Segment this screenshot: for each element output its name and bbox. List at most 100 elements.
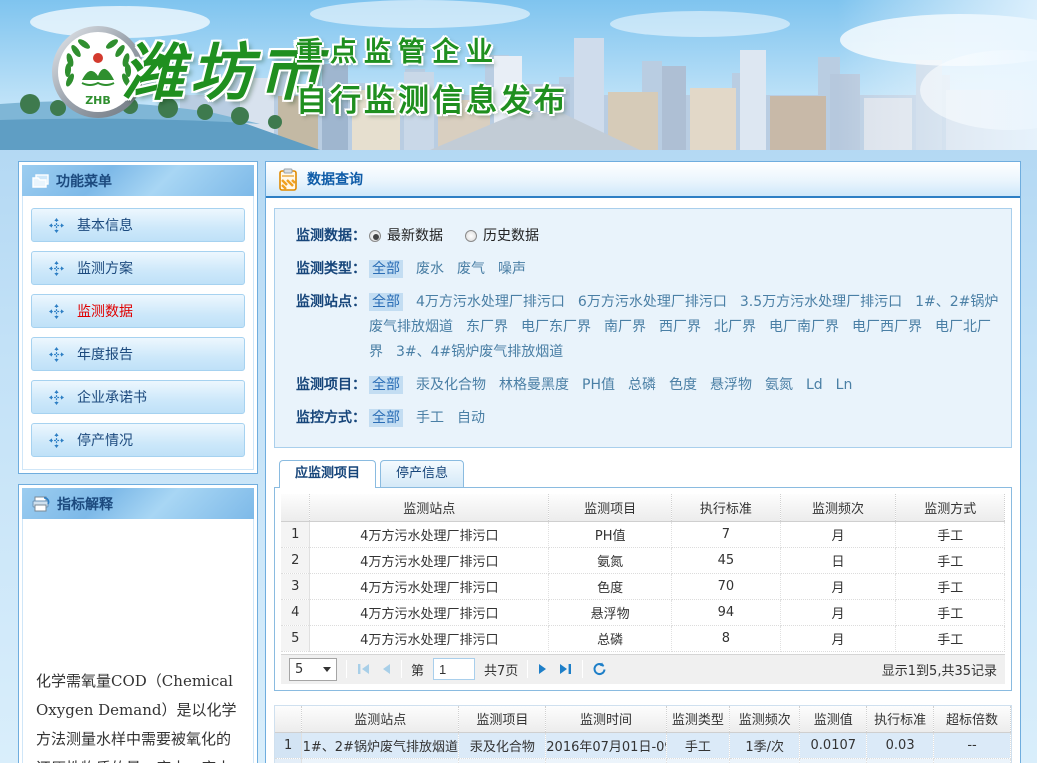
filter-option-link[interactable]: 自动: [457, 410, 485, 426]
radio-button-icon: [465, 230, 477, 242]
filter-option-link[interactable]: 噪声: [498, 261, 526, 277]
refresh-button[interactable]: [592, 662, 607, 677]
next-page-button[interactable]: [537, 662, 549, 676]
filter-option-link[interactable]: 全部: [369, 260, 403, 278]
filter-option-link[interactable]: 北厂界: [714, 319, 756, 335]
sidebar-item-2[interactable]: 监测方案: [31, 251, 245, 285]
sidebar-item-5[interactable]: 企业承诺书: [31, 380, 245, 414]
page-number-input[interactable]: [433, 658, 475, 680]
table-cell: 手工: [896, 521, 1005, 547]
filter-option-link[interactable]: 悬浮物: [710, 377, 752, 393]
table-row[interactable]: 11#、2#锅炉废气排放烟道汞及化合物2016年07月01日-09手工1季/次0…: [275, 733, 1011, 759]
table-row[interactable]: 21#、2#锅炉废气排放烟道林格曼黑度2016年07月01日-09手工1季/次1…: [275, 759, 1011, 763]
sidebar-item-label: 企业承诺书: [77, 387, 147, 407]
table-cell: 手工: [896, 599, 1005, 625]
filter-option-link[interactable]: 总磷: [628, 377, 656, 393]
first-page-button[interactable]: [356, 662, 371, 676]
radio-button-icon: [369, 230, 381, 242]
table-cell: 总磷: [549, 625, 672, 651]
column-header: 监测方式: [896, 494, 1005, 521]
filter-option-link[interactable]: Ln: [836, 377, 853, 393]
table-row[interactable]: 24万方污水处理厂排污口氨氮45日手工: [281, 547, 1005, 573]
filter-option-link[interactable]: 电厂东厂界: [521, 319, 591, 335]
tab-2[interactable]: 停产信息: [380, 460, 464, 488]
pager-status: 显示1到5,共35记录: [882, 660, 997, 679]
sidebar-item-label: 监测方案: [77, 258, 133, 278]
table-cell: 0.03: [867, 733, 934, 759]
sidebar-item-label: 基本信息: [77, 215, 133, 235]
filter-option-link[interactable]: 林格曼黑度: [499, 377, 569, 393]
filter-option-link[interactable]: 全部: [369, 409, 403, 427]
table-cell: 8: [672, 625, 781, 651]
filter-option-link[interactable]: PH值: [582, 377, 615, 393]
filter-option-link[interactable]: 色度: [669, 377, 697, 393]
filter-option-link[interactable]: 3#、4#锅炉废气排放烟道: [396, 344, 563, 360]
column-header: 监测类型: [666, 706, 730, 733]
sidebar-item-4[interactable]: 年度报告: [31, 337, 245, 371]
tab-1[interactable]: 应监测项目: [279, 460, 376, 488]
filter-option-link[interactable]: 3.5万方污水处理厂排污口: [740, 294, 902, 310]
pager-separator: [527, 660, 528, 678]
filter-row-5: 监控方式：全部手工自动: [283, 406, 1003, 431]
table-cell: PH值: [549, 521, 672, 547]
table-cell: 月: [780, 573, 896, 599]
filter-option-link[interactable]: 南厂界: [604, 319, 646, 335]
indicator-text: 化学需氧量COD（Chemical Oxygen Demand）是以化学方法测量…: [22, 519, 254, 763]
move-arrows-icon: [49, 304, 64, 319]
filter-option-link[interactable]: Ld: [806, 377, 823, 393]
table-cell: 手工: [896, 625, 1005, 651]
table-cell: 手工: [896, 547, 1005, 573]
row-number: 2: [281, 547, 310, 573]
radio-option[interactable]: 最新数据: [369, 228, 443, 244]
table-cell: --: [934, 733, 1011, 759]
sidebar-item-3[interactable]: 监测数据: [31, 294, 245, 328]
sidebar-item-1[interactable]: 基本信息: [31, 208, 245, 242]
page-size-select[interactable]: 5: [289, 658, 337, 681]
tabs-row: 应监测项目停产信息: [274, 460, 1012, 488]
last-page-button[interactable]: [558, 662, 573, 676]
prev-page-button[interactable]: [380, 662, 392, 676]
site-subtitle-2: 自行监测信息发布: [296, 75, 568, 120]
column-header: [275, 706, 302, 733]
move-arrows-icon: [49, 433, 64, 448]
filter-option-link[interactable]: 汞及化合物: [416, 377, 486, 393]
filter-option-link[interactable]: 全部: [369, 376, 403, 394]
table-cell: 1季/次: [730, 759, 800, 763]
filter-option-link[interactable]: 西厂界: [659, 319, 701, 335]
column-header: [281, 494, 310, 521]
filter-option-link[interactable]: 手工: [416, 410, 444, 426]
filter-option-link[interactable]: 废水: [416, 261, 444, 277]
site-banner: ZHB 潍坊市 重点监管企业 自行监测信息发布: [0, 0, 1037, 150]
filter-option-link[interactable]: 东厂界: [466, 319, 508, 335]
filter-option-link[interactable]: 6万方污水处理厂排污口: [578, 294, 727, 310]
column-header: 超标倍数: [934, 706, 1011, 733]
table-row[interactable]: 14万方污水处理厂排污口PH值7月手工: [281, 521, 1005, 547]
filter-label: 监测站点：: [283, 290, 369, 365]
indicator-header: 指标解释: [22, 488, 254, 519]
sidebar-item-label: 监测数据: [77, 301, 133, 321]
filter-option-link[interactable]: 电厂南厂界: [769, 319, 839, 335]
row-number: 4: [281, 599, 310, 625]
filter-option-link[interactable]: 4万方污水处理厂排污口: [416, 294, 565, 310]
table-row[interactable]: 44万方污水处理厂排污口悬浮物94月手工: [281, 599, 1005, 625]
table-cell: 2016年07月01日-09: [546, 733, 666, 759]
page-title: 数据查询: [307, 169, 363, 189]
radio-option[interactable]: 历史数据: [465, 228, 539, 244]
table-row[interactable]: 54万方污水处理厂排污口总磷8月手工: [281, 625, 1005, 651]
column-header: 执行标准: [867, 706, 934, 733]
filter-option-link[interactable]: 废气: [457, 261, 485, 277]
table-cell: 1#、2#锅炉废气排放烟道: [302, 733, 459, 759]
table-row[interactable]: 34万方污水处理厂排污口色度70月手工: [281, 573, 1005, 599]
filter-label: 监控方式：: [283, 406, 369, 431]
column-header: 监测时间: [546, 706, 666, 733]
sidebar-item-6[interactable]: 停产情况: [31, 423, 245, 457]
filter-rows: 监测数据：最新数据历史数据监测类型：全部废水废气噪声监测站点：全部4万方污水处理…: [274, 208, 1012, 448]
filter-option-link[interactable]: 氨氮: [765, 377, 793, 393]
table-cell: --: [934, 759, 1011, 763]
filter-option-link[interactable]: 电厂西厂界: [852, 319, 922, 335]
filter-option-link[interactable]: 全部: [369, 293, 403, 311]
table-cell: 4万方污水处理厂排污口: [310, 547, 549, 573]
table-cell: 日: [780, 547, 896, 573]
row-number: 1: [275, 733, 302, 759]
filter-options: 全部废水废气噪声: [369, 257, 1003, 282]
